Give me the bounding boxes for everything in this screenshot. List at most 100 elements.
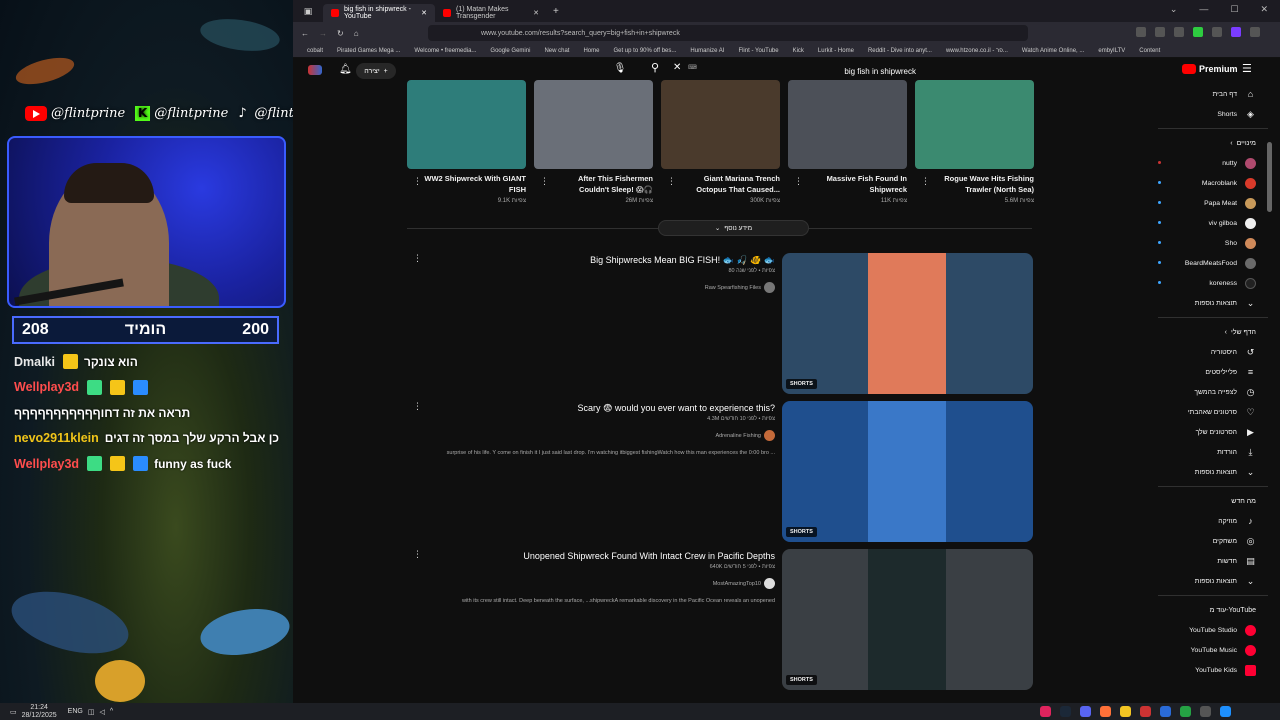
new-tab-icon[interactable]: + <box>553 6 559 17</box>
bookmark[interactable]: Welcome • freemedia... <box>414 48 476 54</box>
forward-icon[interactable]: → <box>319 29 327 38</box>
video-thumbnail[interactable] <box>788 80 907 169</box>
video-thumbnail[interactable] <box>407 80 526 169</box>
youtube-logo[interactable]: Premium <box>1182 64 1238 74</box>
video-thumbnail[interactable]: SHORTS <box>782 549 1033 690</box>
result-channel[interactable]: Adrenaline Fishing <box>715 430 775 441</box>
guide-item-shorts[interactable]: Shorts ◈ <box>1148 104 1268 124</box>
more-options-icon[interactable]: ⋮ <box>413 176 422 187</box>
video-title[interactable]: WW2 Shipwreck With GIANT FISH <box>407 174 526 195</box>
network-icon[interactable]: ◫ <box>88 708 95 716</box>
guide-item-liked[interactable]: סרטונים שאהבתי ♡ <box>1148 402 1268 422</box>
show-more-you[interactable]: תוצאות נוספות ⌄ <box>1148 462 1268 482</box>
guide-item-kids[interactable]: YouTube Kids <box>1148 660 1268 680</box>
search-input[interactable]: big fish in shipwreck <box>668 61 938 81</box>
show-more-explore[interactable]: תוצאות נוספות ⌄ <box>1148 571 1268 591</box>
search-result[interactable]: ⋮ Scary 😨 would you ever want to experie… <box>407 401 1033 542</box>
taskbar-app-icon[interactable] <box>1180 706 1191 717</box>
bookmark[interactable]: embyILTV <box>1098 48 1125 54</box>
scrollbar[interactable] <box>1267 142 1272 212</box>
more-options-icon[interactable]: ⋮ <box>667 176 676 187</box>
file-explorer-icon[interactable] <box>1120 706 1131 717</box>
guide-item-studio[interactable]: YouTube Studio <box>1148 620 1268 640</box>
video-card[interactable]: ⋮ Giant Mariana Trench Octopus That Caus… <box>661 80 780 204</box>
extension-icon[interactable] <box>1174 27 1184 37</box>
guide-item-history[interactable]: היסטוריה ↺ <box>1148 342 1268 362</box>
bookmark[interactable]: Lurkit - Home <box>818 48 854 54</box>
guide-item-home[interactable]: דף הבית ⌂ <box>1148 84 1268 104</box>
minimize-icon[interactable]: — <box>1199 4 1208 15</box>
subscription-item[interactable]: nutty <box>1148 153 1268 173</box>
video-card[interactable]: ⋮ Massive Fish Found In Shipwreck 11K צפ… <box>788 80 907 204</box>
extension-icon[interactable] <box>1231 27 1241 37</box>
search-icon[interactable]: ⚲ <box>643 61 667 79</box>
subscription-item[interactable]: Sho <box>1148 233 1268 253</box>
taskbar-app-icon[interactable] <box>1200 706 1211 717</box>
hamburger-menu-icon[interactable]: ☰ <box>1242 62 1252 75</box>
taskbar-app-icon[interactable] <box>1160 706 1171 717</box>
search-result[interactable]: ⋮ Big Shipwrecks Mean BIG FISH! 🐟 🎣 🐠 🐟 … <box>407 253 1033 394</box>
guide-item-playlists[interactable]: פלייליסטים ≡ <box>1148 362 1268 382</box>
taskbar-app-icon[interactable] <box>1040 706 1051 717</box>
result-channel[interactable]: Raw Spearfishing Files <box>705 282 775 293</box>
more-options-icon[interactable]: ⋮ <box>540 176 549 187</box>
bookmark[interactable]: www.htzone.co.il - פר... <box>946 48 1008 54</box>
reload-icon[interactable]: ↻ <box>337 29 344 38</box>
bookmark[interactable]: Kick <box>793 48 804 54</box>
video-title[interactable]: Rogue Wave Hits Fishing Trawler (North S… <box>915 174 1034 195</box>
video-thumbnail[interactable] <box>534 80 653 169</box>
close-tab-icon[interactable]: ✕ <box>533 9 539 17</box>
extension-icon[interactable] <box>1155 27 1165 37</box>
more-options-icon[interactable]: ⋮ <box>794 176 803 187</box>
guide-item-downloads[interactable]: הורדות ⤓ <box>1148 442 1268 462</box>
guide-item-music[interactable]: מוזיקה ♪ <box>1148 511 1268 531</box>
search-result[interactable]: ⋮ Unopened Shipwreck Found With Intact C… <box>407 549 1033 690</box>
more-options-icon[interactable]: ⋮ <box>413 401 422 412</box>
bookmark[interactable]: Home <box>583 48 599 54</box>
guide-item-news[interactable]: חדשות ▤ <box>1148 551 1268 571</box>
video-title[interactable]: After This Fishermen Couldn't Sleep! 😱🎧 <box>534 174 653 195</box>
video-thumbnail[interactable]: SHORTS <box>782 253 1033 394</box>
home-icon[interactable]: ⌂ <box>354 29 359 38</box>
bookmark[interactable]: Content <box>1139 48 1160 54</box>
tab-list-icon[interactable]: ▣ <box>293 6 323 17</box>
video-thumbnail[interactable] <box>661 80 780 169</box>
extension-icon[interactable] <box>1212 27 1222 37</box>
language-indicator[interactable]: ENG <box>68 708 83 715</box>
extension-icon[interactable] <box>1136 27 1146 37</box>
show-more-subscriptions[interactable]: תוצאות נוספות ⌄ <box>1148 293 1268 313</box>
maximize-icon[interactable]: ☐ <box>1230 4 1238 15</box>
bell-icon[interactable]: 🔔︎ <box>339 64 352 75</box>
tab-youtube-search[interactable]: big fish in shipwreck - YouTube ✕ <box>323 4 435 22</box>
discord-icon[interactable] <box>1080 706 1091 717</box>
notification-icon[interactable]: ▭ <box>10 708 17 716</box>
bookmark[interactable]: Pirated Games Mega ... <box>337 48 400 54</box>
subscription-item[interactable]: viv gilboa <box>1148 213 1268 233</box>
voice-search-icon[interactable]: 🎙︎ <box>611 63 629 79</box>
tab-matan[interactable]: (1) Matan Makes Transgender ✕ <box>435 4 547 22</box>
more-options-icon[interactable]: ⋮ <box>921 176 930 187</box>
back-icon[interactable]: ← <box>301 29 309 38</box>
tab-overflow-icon[interactable]: ⌄ <box>1170 4 1178 15</box>
video-card[interactable]: ⋮ After This Fishermen Couldn't Sleep! 😱… <box>534 80 653 204</box>
create-button[interactable]: יצירה + <box>356 63 396 79</box>
channel-avatar[interactable] <box>764 578 775 589</box>
show-more-button[interactable]: ⌄ מידע נוסף <box>658 220 809 236</box>
bookmark[interactable]: Humanize AI <box>690 48 724 54</box>
subscription-item[interactable]: Macroblank <box>1148 173 1268 193</box>
close-window-icon[interactable]: ✕ <box>1260 4 1268 15</box>
bookmark[interactable]: Reddit - Dive into anyt... <box>868 48 932 54</box>
menu-icon[interactable] <box>1250 27 1260 37</box>
video-title[interactable]: Massive Fish Found In Shipwreck <box>788 174 907 195</box>
subscription-item[interactable]: BeardMeatsFood <box>1148 253 1268 273</box>
video-thumbnail[interactable] <box>915 80 1034 169</box>
guide-item-gaming[interactable]: משחקים ◎ <box>1148 531 1268 551</box>
more-options-icon[interactable]: ⋮ <box>413 253 422 264</box>
video-title[interactable]: Giant Mariana Trench Octopus That Caused… <box>661 174 780 195</box>
channel-avatar[interactable] <box>764 430 775 441</box>
result-title[interactable]: Scary 😨 would you ever want to experienc… <box>578 403 775 414</box>
subscriptions-header[interactable]: ‹ מינויים <box>1148 133 1268 153</box>
channel-avatar[interactable] <box>764 282 775 293</box>
more-options-icon[interactable]: ⋮ <box>413 549 422 560</box>
subscription-item[interactable]: koreness <box>1148 273 1268 293</box>
